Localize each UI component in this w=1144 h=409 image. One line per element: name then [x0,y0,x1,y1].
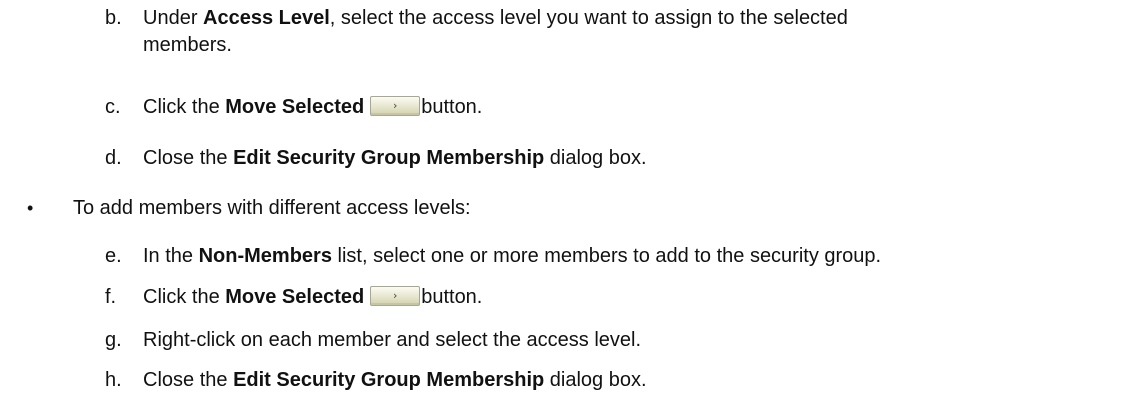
step-text: Right-click on each member and select th… [143,329,642,351]
step-marker: e. [105,245,122,267]
step-text: Close the Edit Security Group Membership… [143,369,647,391]
step-marker: b. [105,7,122,29]
move-selected-button-image: › [370,286,421,306]
step-marker: f. [105,286,117,308]
step-g: g. Right-click on each member and select… [105,327,641,354]
step-d: d. Close the Edit Security Group Members… [105,145,647,172]
step-f: f. Click the Move Selected › button. [105,284,482,311]
ui-term-non-members: Non-Members [198,245,332,267]
ui-term-move-selected: Move Selected [225,96,365,118]
step-b: b. Under Access Level, select the access… [105,5,863,59]
step-text: In the Non-Members list, select one or m… [143,245,882,267]
step-h: h. Close the Edit Security Group Members… [105,367,647,394]
ui-term-edit-security-group-membership: Edit Security Group Membership [233,147,545,169]
step-c: c. Click the Move Selected › button. [105,94,482,121]
document-page: b. Under Access Level, select the access… [0,0,1144,409]
bullet-item: • To add members with different access l… [27,195,471,222]
ui-term-edit-security-group-membership: Edit Security Group Membership [233,369,545,391]
chevron-right-icon: › [393,99,398,112]
ui-term-access-level: Access Level [203,7,330,29]
step-text: Close the Edit Security Group Membership… [143,147,647,169]
step-marker: h. [105,369,122,391]
bullet-text: To add members with different access lev… [73,197,471,219]
step-text: Click the Move Selected › button. [143,286,483,308]
step-text: Click the Move Selected › button. [143,96,483,118]
move-selected-button-image: › [370,96,421,116]
step-text: Under Access Level, select the access le… [143,7,848,56]
bullet-icon: • [27,198,34,218]
chevron-right-icon: › [393,289,398,302]
step-marker: d. [105,147,122,169]
step-e: e. In the Non-Members list, select one o… [105,243,881,270]
ui-term-move-selected: Move Selected [225,286,365,308]
step-marker: g. [105,329,122,351]
step-marker: c. [105,96,121,118]
